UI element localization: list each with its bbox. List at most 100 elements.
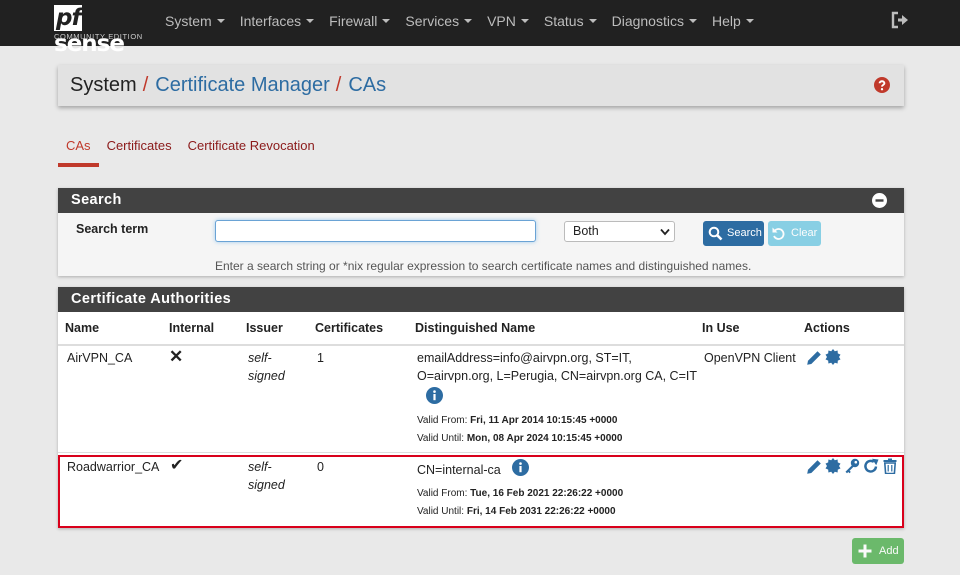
search-input[interactable] xyxy=(215,220,536,242)
valid-until-value: Mon, 08 Apr 2024 10:15:45 +0000 xyxy=(466,433,623,444)
caret-down-icon xyxy=(745,19,754,23)
tab-certificate-revocation[interactable]: Certificate Revocation xyxy=(180,138,323,168)
help-icon[interactable] xyxy=(874,77,890,93)
valid-until: Valid Until: Mon, 08 Apr 2024 10:15:45 +… xyxy=(417,433,622,444)
menu-label: Services xyxy=(405,13,460,29)
valid-from-label: Valid From: xyxy=(417,488,468,499)
menu-firewall[interactable]: Firewall xyxy=(329,0,391,46)
valid-from: Valid From: Tue, 16 Feb 2021 22:26:22 +0… xyxy=(417,488,623,499)
tab-certificates[interactable]: Certificates xyxy=(99,138,180,168)
info-icon[interactable] xyxy=(426,387,443,404)
breadcrumb: System / Certificate Manager / CAs xyxy=(70,74,386,97)
menu-vpn[interactable]: VPN xyxy=(487,0,529,46)
internal-check-icon: ✔ xyxy=(170,457,184,474)
info-icon[interactable] xyxy=(512,459,529,476)
menu-help[interactable]: Help xyxy=(712,0,754,46)
top-navbar: pfsense COMMUNITY EDITION System Interfa… xyxy=(0,0,960,57)
search-button[interactable]: Search xyxy=(703,221,764,246)
menu-services[interactable]: Services xyxy=(405,0,473,46)
column-distinguished-name: Distinguished Name xyxy=(415,321,536,335)
tab-bar: CAs Certificates Certificate Revocation xyxy=(58,138,323,168)
breadcrumb-system: System xyxy=(70,74,137,96)
add-button-label: Add xyxy=(879,545,899,557)
plus-icon xyxy=(858,544,872,558)
ca-certificate-count: 1 xyxy=(317,351,324,365)
pfsense-logo[interactable]: pfsense COMMUNITY EDITION xyxy=(54,5,148,57)
search-panel: Search Search term Both Search Clear Ent… xyxy=(58,188,904,276)
row-divider xyxy=(58,452,904,453)
column-in-use: In Use xyxy=(702,321,740,335)
ca-issuer: self- xyxy=(248,351,272,365)
tab-cas[interactable]: CAs xyxy=(58,138,99,168)
valid-until-label: Valid Until: xyxy=(417,433,465,444)
search-help-text: Enter a search string or *nix regular ex… xyxy=(215,259,752,273)
edit-pencil-icon[interactable] xyxy=(806,350,822,366)
menu-system[interactable]: System xyxy=(165,0,225,46)
menu-interfaces[interactable]: Interfaces xyxy=(239,0,315,46)
caret-down-icon xyxy=(588,19,597,23)
renew-refresh-icon[interactable] xyxy=(863,458,879,474)
certificate-badge-icon[interactable] xyxy=(825,349,841,365)
caret-down-icon xyxy=(520,19,529,23)
ca-issuer: self- xyxy=(248,460,272,474)
menu-label: System xyxy=(165,13,212,29)
minus-circle-icon[interactable] xyxy=(872,193,887,208)
ca-certificate-count: 0 xyxy=(317,460,324,474)
logo-edition: COMMUNITY EDITION xyxy=(54,32,143,41)
column-actions: Actions xyxy=(804,321,850,335)
menu-status[interactable]: Status xyxy=(544,0,597,46)
search-panel-heading: Search xyxy=(58,188,904,213)
column-name: Name xyxy=(65,321,100,335)
menu-diagnostics[interactable]: Diagnostics xyxy=(612,0,697,46)
menu-label: Interfaces xyxy=(239,13,302,29)
breadcrumb-separator: / xyxy=(142,74,149,96)
search-button-label: Search xyxy=(727,227,762,239)
ca-distinguished-name: O=airvpn.org, L=Perugia, CN=airvpn.org C… xyxy=(417,369,697,383)
not-internal-icon: ✕ xyxy=(169,347,184,366)
caret-down-icon xyxy=(216,19,225,23)
add-ca-button[interactable]: Add xyxy=(852,538,904,564)
breadcrumb-cas[interactable]: CAs xyxy=(348,74,386,96)
search-scope-select[interactable]: Both xyxy=(564,221,675,242)
ca-name: AirVPN_CA xyxy=(67,351,133,365)
logout-icon[interactable] xyxy=(890,11,910,29)
column-internal: Internal xyxy=(169,321,215,335)
breadcrumb-panel: System / Certificate Manager / CAs xyxy=(58,65,904,106)
valid-until-value: Fri, 14 Feb 2031 22:26:22 +0000 xyxy=(466,506,616,517)
valid-from: Valid From: Fri, 11 Apr 2014 10:15:45 +0… xyxy=(417,415,617,426)
logo-prefix: pf xyxy=(54,5,83,31)
valid-from-label: Valid From: xyxy=(417,415,468,426)
edit-pencil-icon[interactable] xyxy=(806,459,822,475)
trash-icon[interactable] xyxy=(882,458,898,474)
valid-until-label: Valid Until: xyxy=(417,506,465,517)
clear-button[interactable]: Clear xyxy=(768,221,821,246)
column-certificates: Certificates xyxy=(315,321,384,335)
certificate-badge-icon[interactable] xyxy=(825,458,841,474)
main-menu: System Interfaces Firewall Services VPN … xyxy=(165,0,769,46)
ca-distinguished-name: emailAddress=info@airvpn.org, ST=IT, xyxy=(417,351,632,365)
ca-distinguished-name: CN=internal-ca xyxy=(417,463,501,477)
clear-button-label: Clear xyxy=(791,227,818,239)
key-icon[interactable] xyxy=(844,458,860,474)
search-scope-value: Both xyxy=(573,224,599,238)
breadcrumb-certificate-manager[interactable]: Certificate Manager xyxy=(155,74,330,96)
undo-icon xyxy=(772,227,785,240)
certificate-authorities-panel: Certificate Authorities Name Internal Is… xyxy=(58,287,904,528)
column-issuer: Issuer xyxy=(246,321,283,335)
valid-until: Valid Until: Fri, 14 Feb 2031 22:26:22 +… xyxy=(417,506,616,517)
valid-from-value: Tue, 16 Feb 2021 22:26:22 +0000 xyxy=(470,488,624,499)
menu-label: VPN xyxy=(487,13,516,29)
ca-name: Roadwarrior_CA xyxy=(67,460,160,474)
menu-label: Diagnostics xyxy=(611,13,684,29)
ca-in-use: OpenVPN Client xyxy=(704,351,796,365)
menu-label: Firewall xyxy=(329,13,378,29)
menu-label: Status xyxy=(543,13,584,29)
ca-issuer: signed xyxy=(248,369,285,383)
breadcrumb-separator: / xyxy=(335,74,342,96)
caret-down-icon xyxy=(382,19,391,23)
chevron-down-icon xyxy=(660,228,670,236)
search-term-label: Search term xyxy=(76,222,149,236)
table-header-divider xyxy=(58,344,904,346)
caret-down-icon xyxy=(306,19,315,23)
caret-down-icon xyxy=(464,19,473,23)
